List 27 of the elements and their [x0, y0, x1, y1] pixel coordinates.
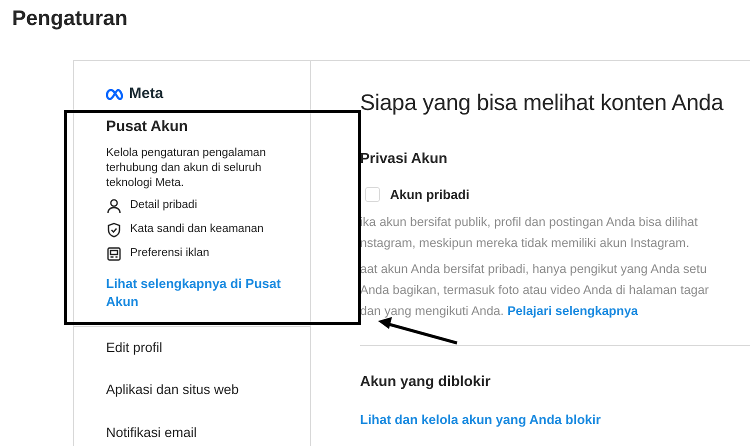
paragraph-line: aat akun Anda bersifat pribadi, hanya pengikut yang Anda setu — [360, 261, 708, 278]
paragraph-line: ika akun bersifat publik, profil dan postingan Anda bisa dilihat — [360, 214, 699, 232]
menu-item[interactable]: Notifikasi email — [74, 412, 310, 446]
page-heading: Siapa yang bisa melihat konten Anda — [360, 89, 724, 116]
paragraph-line: Anda bagikan, termasuk foto atau video Anda di halaman tagar — [360, 282, 710, 300]
meta-logo-icon — [106, 88, 126, 100]
person-icon — [106, 198, 122, 214]
checkbox[interactable] — [365, 187, 380, 202]
paragraph-line: nstagram, meskipun mereka tidak memiliki akun Instagram. — [360, 235, 690, 252]
learn-more-link[interactable]: Pelajari selengkapnya — [507, 304, 638, 318]
checkbox-label: Akun pribadi — [390, 186, 470, 204]
settings-link[interactable]: Kata sandi dan keamanan — [130, 221, 264, 239]
page-title: Pengaturan — [11, 6, 129, 32]
accounts-center-link[interactable]: Lihat selengkapnya di Pusat Akun — [106, 275, 300, 311]
blocked-accounts-link[interactable]: Lihat dan kelola akun yang Anda blokir — [360, 410, 601, 430]
section-heading: Akun yang diblokir — [360, 373, 492, 392]
shield-check-icon — [106, 222, 122, 238]
paragraph-line: dan yang mengikuti Anda. — [360, 304, 504, 318]
menu-item[interactable]: Edit profil — [74, 327, 310, 370]
section-heading: Privasi Akun — [360, 150, 448, 169]
settings-link[interactable]: Preferensi iklan — [130, 245, 210, 263]
brand-name: Meta — [129, 84, 164, 104]
menu-item[interactable]: Aplikasi dan situs web — [74, 369, 310, 412]
section-heading: Pusat Akun — [106, 116, 189, 136]
description-text: Kelola pengaturan pengalaman terhubung dan akun di seluruh teknologi Meta. — [106, 146, 267, 191]
ad-board-icon — [106, 246, 122, 262]
settings-link[interactable]: Detail pribadi — [130, 197, 198, 215]
